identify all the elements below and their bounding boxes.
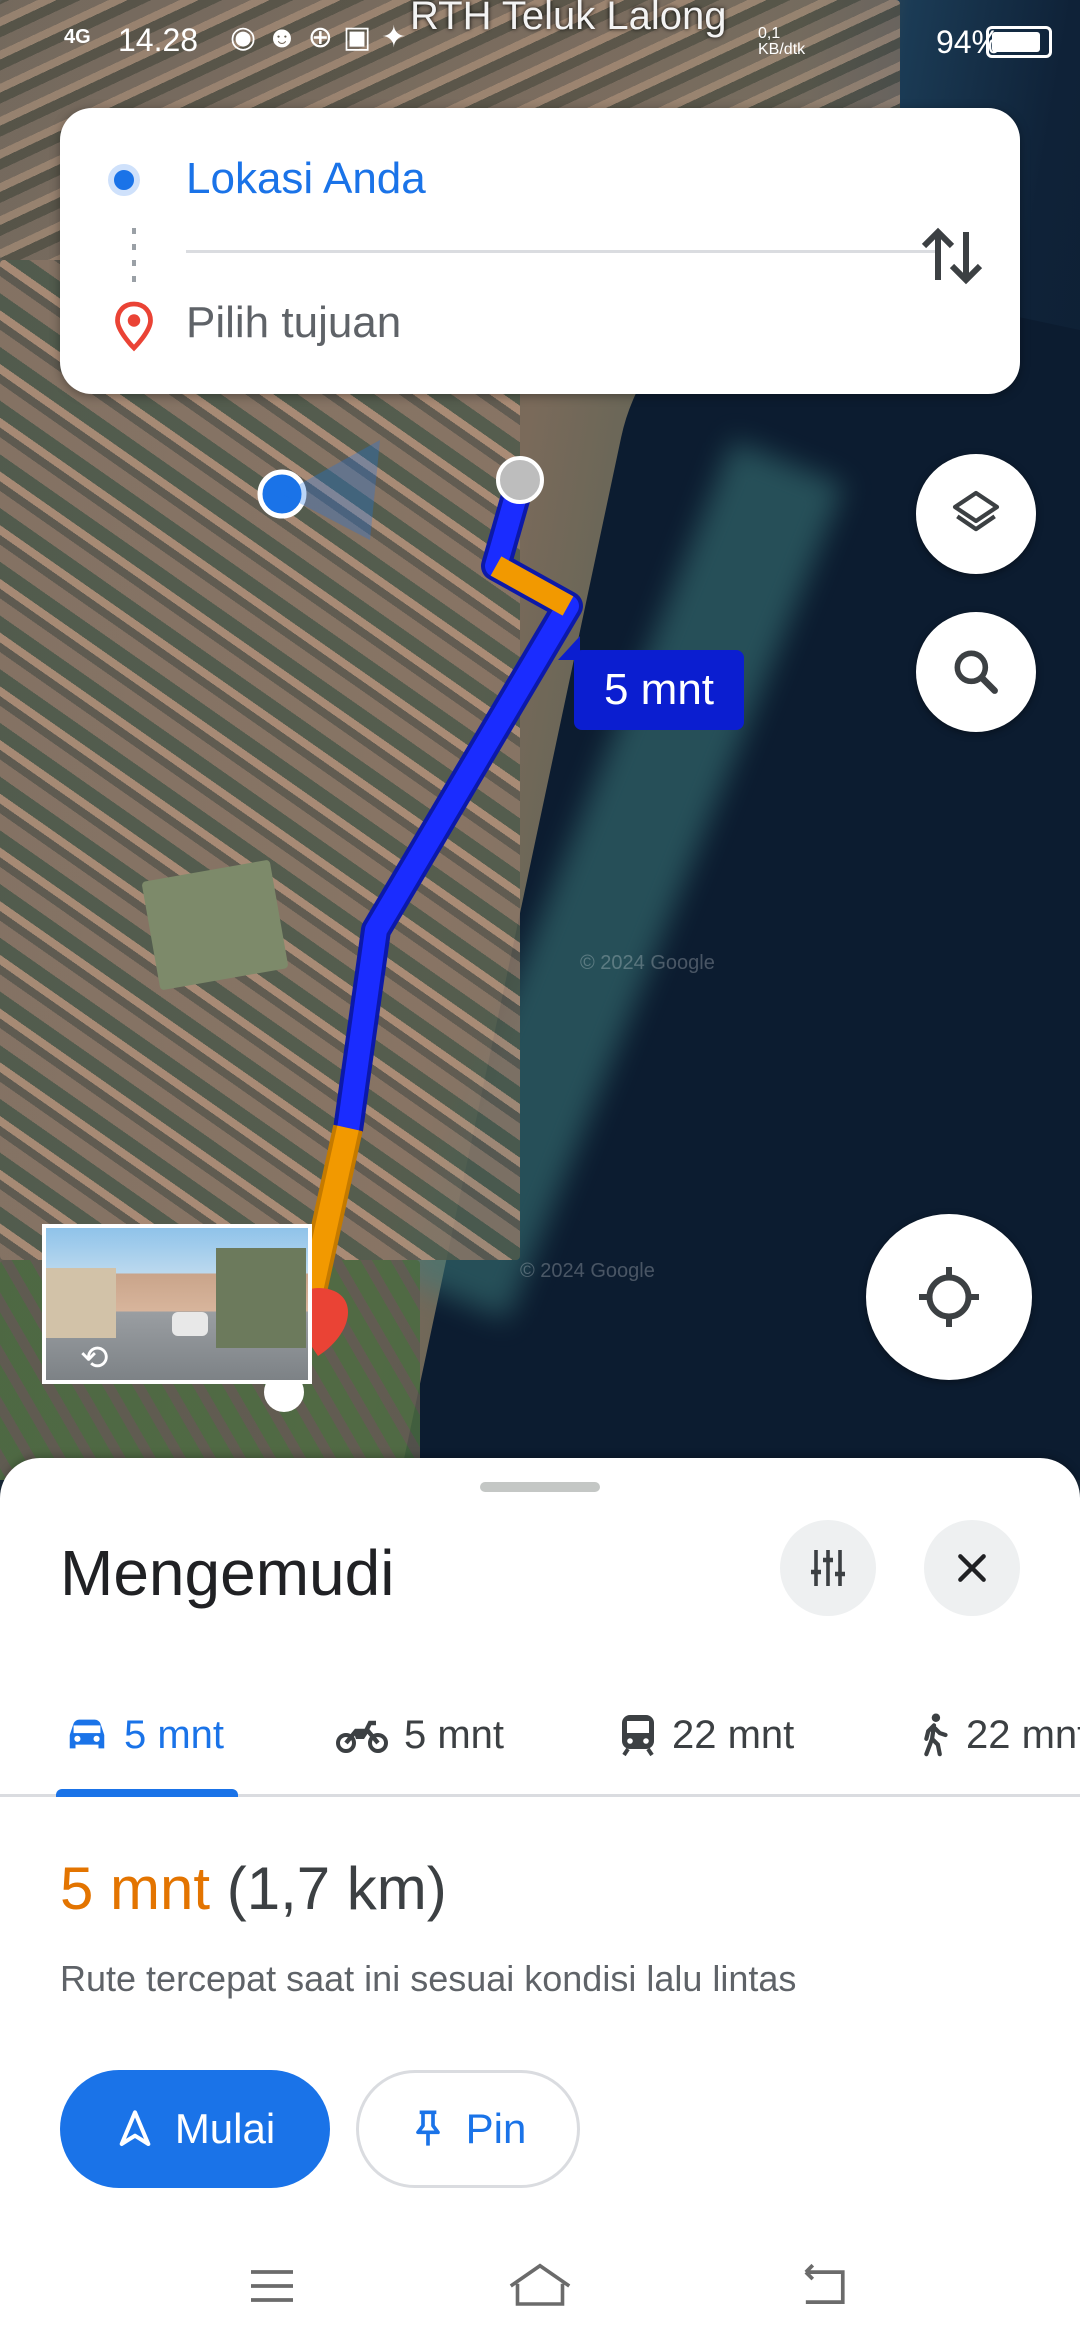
- car: [172, 1312, 208, 1336]
- tab-car[interactable]: 5 mnt: [56, 1676, 238, 1797]
- tab-motorcycle[interactable]: 5 mnt: [334, 1676, 504, 1794]
- close-button[interactable]: [924, 1520, 1020, 1616]
- pin-trip-button[interactable]: Pin: [356, 2070, 580, 2188]
- start-label: Mulai: [174, 2105, 276, 2152]
- building: [46, 1268, 116, 1338]
- tune-icon: [811, 1550, 845, 1586]
- tree: [216, 1248, 306, 1348]
- layers-icon: [952, 490, 1000, 532]
- tab-walk-label: 22 mnt: [966, 1712, 1080, 1757]
- sheet-drag-handle[interactable]: [480, 1482, 600, 1492]
- tab-transit[interactable]: 22 mnt: [618, 1676, 794, 1794]
- route-summary: 5 mnt (1,7 km): [60, 1854, 447, 1923]
- my-location-button[interactable]: [866, 1214, 1032, 1380]
- motorcycle-icon: [336, 1720, 388, 1753]
- map-place-label: RTH Teluk Lalong: [410, 0, 727, 38]
- notification-icons: ◉☻⊕▣✦: [230, 21, 417, 54]
- origin-field[interactable]: Lokasi Anda: [186, 154, 426, 204]
- rotate-360-icon: ⟲: [80, 1339, 109, 1377]
- destination-pin-icon: [115, 301, 153, 352]
- active-tab-indicator: [56, 1789, 238, 1797]
- network-indicator: 4G: [64, 26, 91, 48]
- crosshair-icon: [919, 1267, 979, 1327]
- travel-mode-tabs: 5 mnt 5 mnt 22 mnt 22 mnt: [0, 1676, 1080, 1797]
- system-navigation-bar: [0, 2230, 1080, 2340]
- route-options-button[interactable]: [780, 1520, 876, 1616]
- start-navigation-button[interactable]: Mulai: [60, 2070, 330, 2188]
- search-along-route-button[interactable]: [916, 612, 1036, 732]
- route-description: Rute tercepat saat ini sesuai kondisi la…: [60, 1958, 797, 1999]
- tab-walk[interactable]: 22 mnt: [916, 1676, 1080, 1794]
- home-icon[interactable]: [504, 2258, 576, 2314]
- back-icon[interactable]: [792, 2258, 852, 2314]
- tab-car-label: 5 mnt: [124, 1712, 225, 1757]
- battery-icon: [986, 26, 1052, 58]
- swap-direction-icon[interactable]: [912, 216, 992, 296]
- clock: 14.28: [118, 22, 199, 58]
- transit-icon: [622, 1715, 654, 1757]
- walking-icon: [924, 1713, 948, 1757]
- route-duration: 5 mnt: [60, 1855, 211, 1922]
- close-icon: [958, 1554, 986, 1582]
- status-bar: 4G 14.28 ◉☻⊕▣✦ RTH Teluk Lalong 94% 0,1 …: [0, 0, 1080, 84]
- route-start-marker: [496, 456, 544, 504]
- directions-search-card: Lokasi Anda Pilih tujuan: [60, 108, 1020, 394]
- search-icon: [954, 650, 998, 694]
- route-connector-dots: [132, 228, 136, 288]
- tab-transit-label: 22 mnt: [672, 1712, 795, 1757]
- street-view-thumbnail[interactable]: ⟲: [42, 1224, 312, 1384]
- route-distance: (1,7 km): [226, 1855, 447, 1922]
- location-direction-cone: [282, 440, 380, 540]
- route-eta-chip[interactable]: 5 mnt: [558, 636, 744, 730]
- pin-label: Pin: [465, 2105, 527, 2152]
- directions-bottom-sheet: Mengemudi 5 mnt 5 mnt 22 mnt 22 mnt 5 mn…: [0, 1458, 1080, 2340]
- navigation-arrow-icon: [119, 2110, 151, 2146]
- car-icon: [69, 1719, 105, 1749]
- origin-dot-icon: [108, 164, 140, 196]
- menu-icon[interactable]: [244, 2258, 300, 2314]
- pin-icon: [415, 2110, 440, 2146]
- tab-motorcycle-label: 5 mnt: [404, 1712, 505, 1757]
- field-divider: [186, 250, 938, 253]
- map-layers-button[interactable]: [916, 454, 1036, 574]
- map-watermark: © 2024 Google: [580, 952, 715, 974]
- map-watermark-2: © 2024 Google: [520, 1260, 655, 1282]
- destination-field[interactable]: Pilih tujuan: [186, 298, 401, 348]
- data-speed: 0,1 KB/dtk: [758, 25, 806, 58]
- sheet-title: Mengemudi: [60, 1537, 395, 1609]
